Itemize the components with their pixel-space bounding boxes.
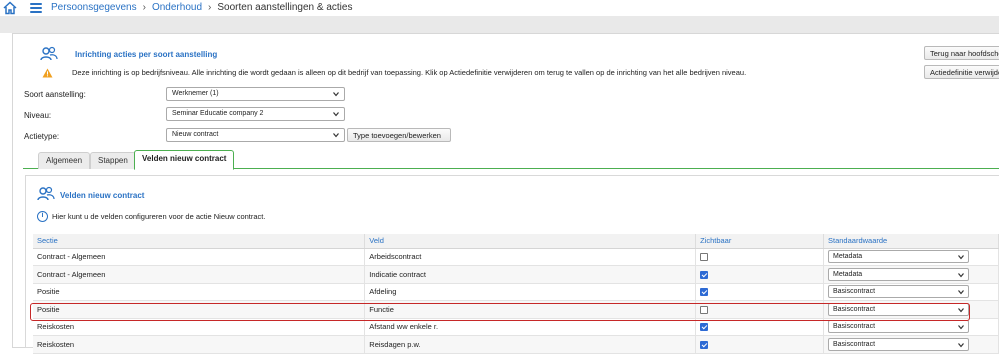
cell-veld: Indicatie contract xyxy=(364,265,697,284)
zichtbaar-checkbox[interactable] xyxy=(700,253,709,262)
standaardwaarde-select[interactable]: Basiscontract xyxy=(828,302,969,316)
cell-zichtbaar xyxy=(695,265,824,284)
zichtbaar-checkbox[interactable] xyxy=(700,323,709,332)
cell-sectie: Positie xyxy=(33,283,366,301)
cell-standaardwaarde: Metadata xyxy=(823,248,999,266)
cell-zichtbaar xyxy=(695,248,824,266)
soort-aanstelling-select[interactable]: Werknemer (1) xyxy=(166,87,345,101)
breadcrumb-persoonsgegevens[interactable]: Persoonsgegevens xyxy=(51,2,137,13)
type-add-edit-button[interactable]: Type toevoegen/bewerken xyxy=(347,128,451,142)
zichtbaar-checkbox[interactable] xyxy=(700,270,709,279)
home-icon[interactable] xyxy=(3,1,17,15)
niveau-label: Niveau: xyxy=(24,111,52,120)
header-shade xyxy=(0,16,999,33)
cell-standaardwaarde: Basiscontract xyxy=(823,318,999,336)
standaardwaarde-value: Metadata xyxy=(833,270,863,278)
users-icon xyxy=(40,46,58,61)
standaardwaarde-value: Basiscontract xyxy=(833,305,876,313)
chevron-down-icon xyxy=(958,342,964,348)
standaardwaarde-value: Metadata xyxy=(833,253,863,261)
cell-veld: Afstand ww enkele r. xyxy=(364,318,697,336)
back-to-main-button[interactable]: Terug naar hoofdscherm xyxy=(924,46,999,60)
col-header-veld[interactable]: Veld xyxy=(364,234,697,249)
chevron-down-icon xyxy=(958,307,964,313)
standaardwaarde-select[interactable]: Basiscontract xyxy=(828,285,969,299)
hamburger-menu-icon[interactable] xyxy=(30,3,42,13)
cell-standaardwaarde: Basiscontract xyxy=(823,335,999,354)
chevron-down-icon xyxy=(333,133,339,138)
info-icon: i xyxy=(37,211,48,222)
standaardwaarde-value: Basiscontract xyxy=(833,340,876,348)
cell-standaardwaarde: Basiscontract xyxy=(823,300,999,319)
chevron-down-icon xyxy=(958,290,964,295)
tab-algemeen[interactable]: Algemeen xyxy=(38,152,91,169)
standaardwaarde-value: Basiscontract xyxy=(833,288,876,296)
section-title: Velden nieuw contract xyxy=(60,191,145,200)
table-row: Positie Afdeling Basiscontract xyxy=(33,283,999,301)
standaardwaarde-select[interactable]: Basiscontract xyxy=(828,337,969,351)
tab-bar: Algemeen Stappen Velden nieuw contract xyxy=(23,150,999,170)
breadcrumb: Persoonsgegevens › Onderhoud › Soorten aanst… xyxy=(51,2,353,13)
soort-aanstelling-value: Werknemer (1) xyxy=(172,90,219,97)
niveau-value: Seminar Educatie company 2 xyxy=(172,110,264,117)
tab-velden-nieuw-contract[interactable]: Velden nieuw contract xyxy=(134,150,235,170)
standaardwaarde-select[interactable]: Basiscontract xyxy=(828,320,969,334)
standaardwaarde-select[interactable]: Metadata xyxy=(828,267,969,281)
breadcrumb-onderhoud[interactable]: Onderhoud xyxy=(152,2,202,13)
actietype-value: Nieuw contract xyxy=(172,131,219,138)
zichtbaar-checkbox[interactable] xyxy=(700,288,709,297)
delete-action-definition-button[interactable]: Actiedefinitie verwijderen xyxy=(924,65,999,79)
chevron-down-icon xyxy=(958,272,964,278)
cell-sectie: Contract - Algemeen xyxy=(33,265,366,284)
cell-veld: Afdeling xyxy=(364,283,697,301)
cell-standaardwaarde: Basiscontract xyxy=(823,283,999,301)
niveau-select[interactable]: Seminar Educatie company 2 xyxy=(166,107,345,121)
chevron-down-icon xyxy=(333,112,339,117)
tab-stappen[interactable]: Stappen xyxy=(90,152,136,169)
standaardwaarde-value: Basiscontract xyxy=(833,323,876,331)
actietype-label: Actietype: xyxy=(24,132,60,141)
table-row: Contract - Algemeen Indicatie contract Met… xyxy=(33,265,999,284)
col-header-zichtbaar[interactable]: Zichtbaar xyxy=(695,234,824,249)
cell-veld: Functie xyxy=(364,300,697,319)
cell-zichtbaar xyxy=(695,335,824,354)
soort-aanstelling-label: Soort aanstelling: xyxy=(24,90,86,99)
table-row: Reiskosten Reisdagen p.w. Basiscontract xyxy=(33,335,999,354)
actietype-select[interactable]: Nieuw contract xyxy=(166,128,345,142)
breadcrumb-current: Soorten aanstellingen & acties xyxy=(217,2,353,13)
cell-zichtbaar xyxy=(695,300,824,319)
standaardwaarde-select[interactable]: Metadata xyxy=(828,250,969,264)
chevron-down-icon xyxy=(333,92,339,97)
cell-sectie: Reiskosten xyxy=(33,335,366,354)
panel-title: Inrichting acties per soort aanstelling xyxy=(75,50,218,59)
chevron-down-icon xyxy=(958,255,964,260)
cell-standaardwaarde: Metadata xyxy=(823,265,999,284)
cell-veld: Reisdagen p.w. xyxy=(364,335,697,354)
table-row: Contract - Algemeen Arbeidscontract Metada… xyxy=(33,248,999,266)
cell-sectie: Positie xyxy=(33,300,366,319)
zichtbaar-checkbox[interactable] xyxy=(700,305,709,314)
chevron-down-icon xyxy=(958,325,964,330)
cell-zichtbaar xyxy=(695,318,824,336)
table-row: Reiskosten Afstand ww enkele r. Basiscontr… xyxy=(33,318,999,336)
velden-table: Sectie Veld Zichtbaar Standaardwaarde Co… xyxy=(33,234,999,354)
users-icon xyxy=(37,186,55,201)
info-text: Hier kunt u de velden configureren voor … xyxy=(52,212,266,221)
col-header-standaardwaarde[interactable]: Standaardwaarde xyxy=(823,234,999,249)
cell-sectie: Reiskosten xyxy=(33,318,366,336)
table-header-row: Sectie Veld Zichtbaar Standaardwaarde xyxy=(33,234,999,249)
col-header-sectie[interactable]: Sectie xyxy=(33,234,366,249)
cell-zichtbaar xyxy=(695,283,824,301)
table-row: Positie Functie Basiscontract xyxy=(33,300,999,319)
warning-text: Deze inrichting is op bedrijfsniveau. Al… xyxy=(72,68,747,77)
warning-icon xyxy=(42,68,53,78)
cell-sectie: Contract - Algemeen xyxy=(33,248,366,266)
cell-veld: Arbeidscontract xyxy=(364,248,697,266)
top-bar: Persoonsgegevens › Onderhoud › Soorten aanst… xyxy=(0,0,999,16)
